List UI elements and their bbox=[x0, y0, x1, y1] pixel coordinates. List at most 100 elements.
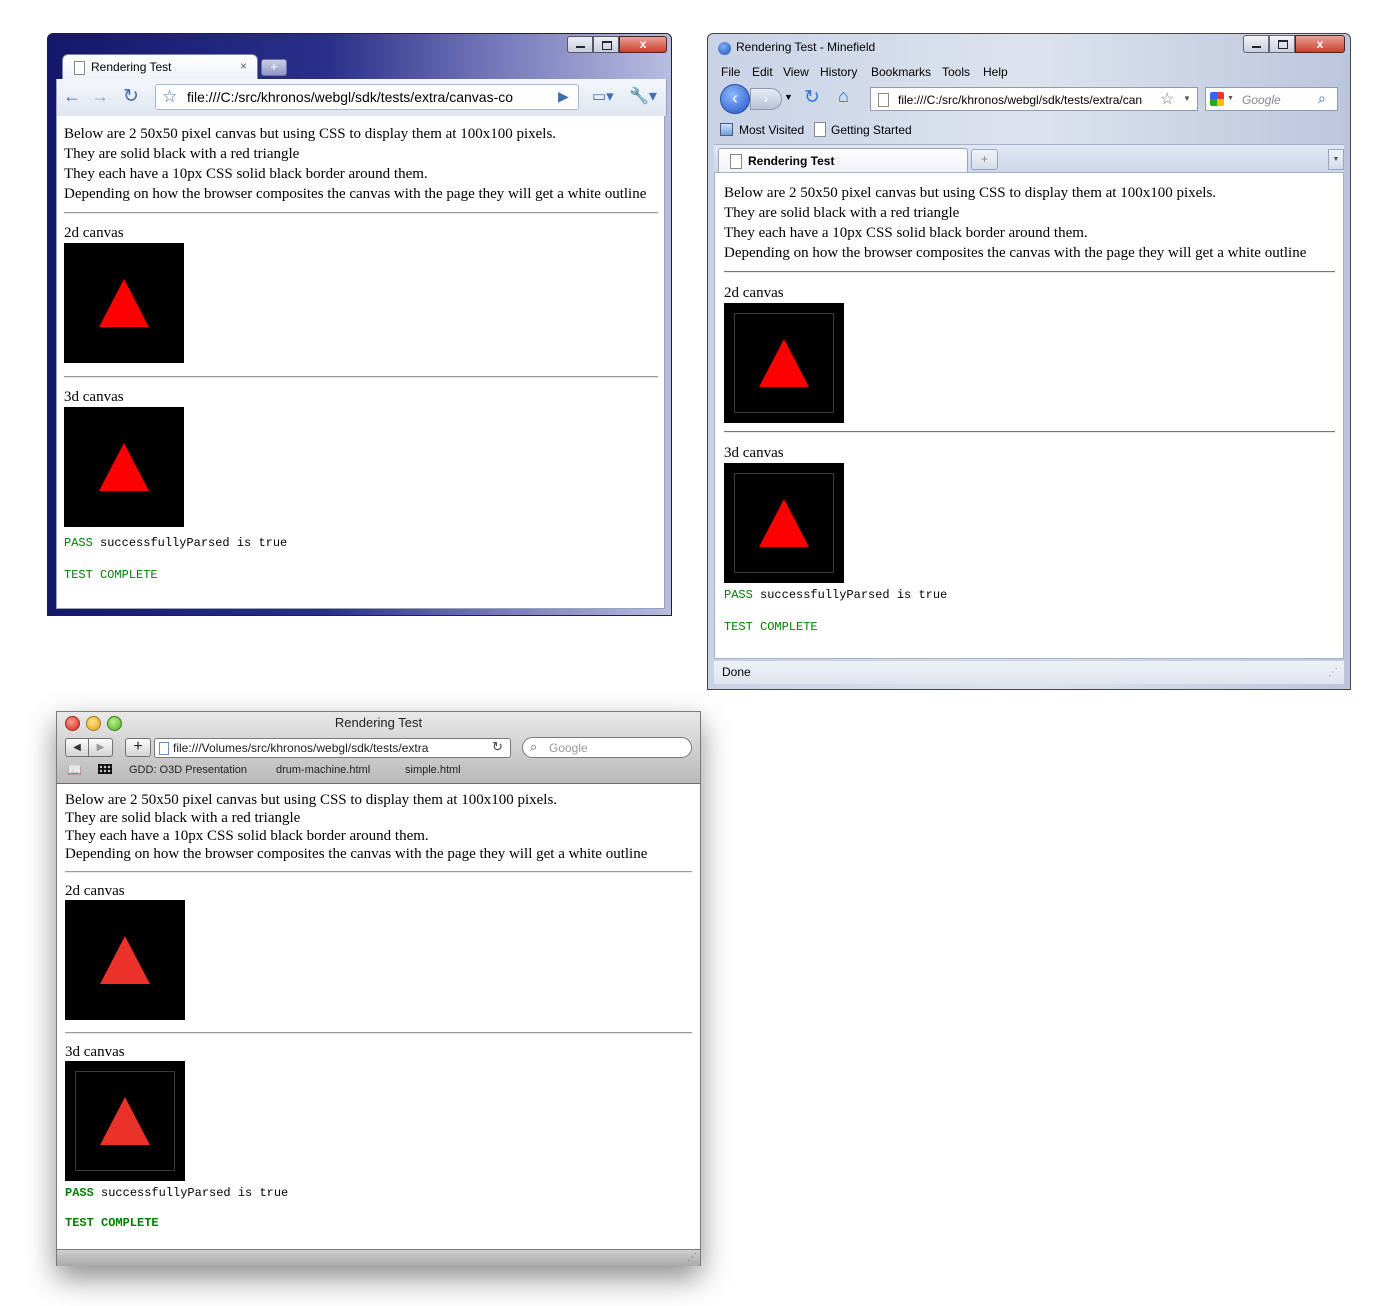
firefox-url: file:///C:/src/khronos/webgl/sdk/tests/e… bbox=[898, 93, 1143, 107]
new-tab-button[interactable]: + bbox=[971, 149, 998, 170]
menu-file[interactable]: File bbox=[721, 65, 740, 79]
canvas-2d-label: 2d canvas bbox=[65, 883, 125, 899]
firefox-address-bar[interactable]: file:///C:/src/khronos/webgl/sdk/tests/e… bbox=[870, 87, 1198, 111]
divider bbox=[65, 871, 692, 873]
menu-view[interactable]: View bbox=[783, 65, 809, 79]
page-icon bbox=[159, 742, 169, 755]
new-tab-button[interactable]: + bbox=[261, 59, 287, 76]
menu-bookmarks[interactable]: Bookmarks bbox=[871, 65, 931, 79]
forward-button[interactable]: › bbox=[750, 88, 782, 110]
test-complete: TEST COMPLETE bbox=[64, 568, 158, 582]
close-icon[interactable]: × bbox=[240, 59, 247, 73]
chrome-page: Below are 2 50x50 pixel canvas but using… bbox=[56, 116, 665, 609]
firefox-statusbar: Done ⋰ bbox=[714, 660, 1344, 684]
pass-text: successfullyParsed is true bbox=[101, 1186, 289, 1200]
divider bbox=[65, 1032, 692, 1034]
bookmarks-book-icon[interactable]: 📖 bbox=[67, 763, 82, 777]
back-arrow-icon[interactable]: ← bbox=[63, 86, 81, 107]
pass-line: PASS successfullyParsed is true bbox=[65, 1184, 692, 1202]
chrome-maximize-button[interactable] bbox=[593, 36, 619, 53]
safari-page: Below are 2 50x50 pixel canvas but using… bbox=[57, 784, 700, 1248]
firefox-window: Rendering Test - Minefield x File Edit V… bbox=[707, 33, 1351, 690]
canvas-2d bbox=[65, 900, 185, 1020]
canvas-3d-label: 3d canvas bbox=[724, 445, 784, 461]
firefox-window-title: Rendering Test - Minefield bbox=[736, 40, 876, 54]
firefox-page: Below are 2 50x50 pixel canvas but using… bbox=[714, 172, 1344, 659]
firefox-search-placeholder: Google bbox=[1242, 93, 1281, 107]
safari-search-box[interactable]: ⌕ Google bbox=[522, 737, 692, 758]
intro-line: They are solid black with a red triangle bbox=[724, 205, 960, 221]
canvas-2d bbox=[724, 303, 844, 423]
star-icon[interactable]: ☆ bbox=[162, 87, 177, 107]
intro-line: Below are 2 50x50 pixel canvas but using… bbox=[65, 792, 558, 808]
search-icon[interactable]: ⌕ bbox=[1318, 90, 1326, 107]
red-triangle bbox=[100, 936, 150, 984]
bookmark-getting-started[interactable]: Getting Started bbox=[831, 123, 912, 137]
safari-address-bar[interactable]: file:///Volumes/src/khronos/webgl/sdk/te… bbox=[154, 738, 511, 758]
intro-line: They are solid black with a red triangle bbox=[64, 146, 300, 162]
firefox-minimize-button[interactable] bbox=[1243, 35, 1269, 53]
page-menu-icon[interactable]: ▭▾ bbox=[592, 87, 614, 105]
canvas-2d-label: 2d canvas bbox=[64, 225, 124, 241]
reload-icon[interactable]: ↻ bbox=[804, 86, 820, 109]
search-engine-dropdown-icon[interactable]: ▼ bbox=[1227, 95, 1234, 102]
go-icon[interactable]: ▶ bbox=[558, 88, 569, 105]
firefox-maximize-button[interactable] bbox=[1269, 35, 1295, 53]
menu-edit[interactable]: Edit bbox=[752, 65, 773, 79]
firefox-tab-title: Rendering Test bbox=[748, 154, 835, 168]
safari-statusbar: ⋰ bbox=[57, 1249, 700, 1266]
intro-line: They are solid black with a red triangle bbox=[65, 810, 301, 826]
canvas-3d bbox=[64, 407, 184, 527]
reload-icon[interactable]: ↻ bbox=[123, 85, 139, 108]
bookmark-drum-machine[interactable]: drum-machine.html bbox=[276, 764, 370, 776]
wrench-icon[interactable]: 🔧▾ bbox=[629, 86, 657, 106]
menu-tools[interactable]: Tools bbox=[942, 65, 970, 79]
back-button[interactable]: ‹ bbox=[720, 84, 750, 114]
chrome-minimize-button[interactable] bbox=[567, 36, 593, 53]
history-dropdown-icon[interactable]: ▼ bbox=[784, 92, 793, 102]
pass-line: PASS successfullyParsed is true bbox=[64, 533, 658, 553]
chrome-close-button[interactable]: x bbox=[619, 36, 667, 53]
safari-url: file:///Volumes/src/khronos/webgl/sdk/te… bbox=[173, 741, 429, 755]
firefox-close-button[interactable]: x bbox=[1295, 35, 1345, 53]
test-complete: TEST COMPLETE bbox=[724, 620, 818, 634]
bookmark-simple[interactable]: simple.html bbox=[405, 764, 461, 776]
chrome-toolbar: ← → ↻ ☆ file:///C:/src/khronos/webgl/sdk… bbox=[56, 79, 667, 116]
bookmark-gdd-o3d[interactable]: GDD: O3D Presentation bbox=[129, 764, 247, 776]
safari-search-placeholder: Google bbox=[549, 741, 588, 755]
firefox-logo-icon bbox=[718, 42, 731, 55]
star-icon[interactable]: ☆ bbox=[1160, 89, 1174, 109]
url-dropdown-icon[interactable]: ▼ bbox=[1183, 94, 1191, 103]
red-triangle bbox=[759, 339, 809, 387]
firefox-search-box[interactable]: ▼ Google ⌕ bbox=[1205, 87, 1338, 111]
search-icon[interactable]: ⌕ bbox=[530, 739, 537, 755]
canvas-3d-label: 3d canvas bbox=[65, 1044, 125, 1060]
back-button[interactable]: ◀ bbox=[65, 738, 89, 757]
forward-arrow-icon[interactable]: → bbox=[91, 86, 109, 107]
add-bookmark-button[interactable]: + bbox=[125, 738, 151, 757]
resize-grip-icon[interactable]: ⋰ bbox=[687, 1252, 697, 1263]
firefox-tabstrip: Rendering Test + ▼ bbox=[714, 144, 1344, 173]
canvas-2d-label: 2d canvas bbox=[724, 285, 784, 301]
chrome-tab[interactable]: Rendering Test × bbox=[62, 54, 258, 80]
most-visited-icon bbox=[720, 123, 733, 136]
resize-grip-icon[interactable]: ⋰ bbox=[1328, 667, 1338, 678]
intro-line: They each have a 10px CSS solid black bo… bbox=[64, 166, 428, 182]
firefox-tab[interactable]: Rendering Test bbox=[718, 148, 968, 173]
forward-button[interactable]: ▶ bbox=[89, 738, 113, 757]
chrome-url: file:///C:/src/khronos/webgl/sdk/tests/e… bbox=[187, 89, 514, 105]
safari-toolbar: Rendering Test ◀ ▶ + file:///Volumes/src… bbox=[57, 712, 700, 784]
home-icon[interactable]: ⌂ bbox=[838, 86, 849, 107]
top-sites-grid-icon[interactable] bbox=[98, 764, 112, 774]
menu-help[interactable]: Help bbox=[983, 65, 1008, 79]
google-icon[interactable] bbox=[1210, 92, 1224, 106]
reload-icon[interactable]: ↻ bbox=[492, 739, 503, 755]
divider bbox=[724, 431, 1335, 433]
menu-history[interactable]: History bbox=[820, 65, 857, 79]
divider bbox=[64, 212, 658, 214]
tab-list-button[interactable]: ▼ bbox=[1328, 149, 1344, 170]
pass-line: PASS successfullyParsed is true bbox=[724, 585, 1335, 605]
firefox-navbar: ‹ › ▼ ↻ ⌂ file:///C:/src/khronos/webgl/s… bbox=[714, 81, 1344, 117]
bookmark-most-visited[interactable]: Most Visited bbox=[739, 123, 804, 137]
chrome-address-bar[interactable]: ☆ file:///C:/src/khronos/webgl/sdk/tests… bbox=[155, 84, 579, 110]
